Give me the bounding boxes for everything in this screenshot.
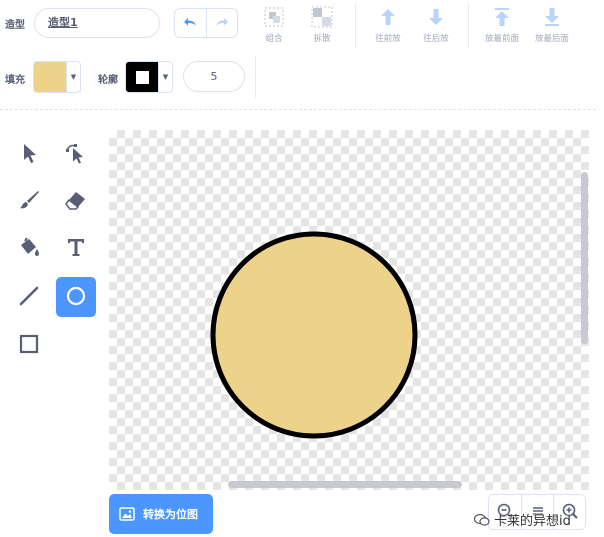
- outline-color-picker[interactable]: ▼: [125, 61, 173, 93]
- bring-to-front-icon: [491, 6, 513, 28]
- line-icon: [18, 285, 40, 310]
- bring-to-front-button[interactable]: 放最前面: [478, 6, 526, 44]
- fill-color-swatch: [34, 62, 66, 92]
- ungroup-icon: [311, 6, 333, 28]
- watermark: 卡莱的异想id: [474, 510, 571, 529]
- costume-name-text: 造型1: [48, 16, 78, 29]
- text-tool[interactable]: [56, 228, 96, 268]
- circle-tool[interactable]: [56, 277, 96, 317]
- fill-tool[interactable]: [9, 228, 49, 268]
- forward-button[interactable]: 往前放: [364, 6, 412, 44]
- ungroup-label: 拆散: [313, 34, 331, 44]
- backward-label: 往后放: [423, 34, 449, 44]
- toolbar-divider-2: [468, 4, 469, 48]
- send-to-back-button[interactable]: 放最后面: [528, 6, 576, 44]
- line-tool[interactable]: [9, 277, 49, 317]
- bring-to-front-label: 放最前面: [484, 34, 519, 44]
- toolbar-separator: [0, 109, 596, 110]
- redo-icon: [214, 16, 230, 31]
- redo-button[interactable]: [205, 9, 237, 37]
- forward-label: 往前放: [375, 34, 401, 44]
- undo-icon: [182, 16, 198, 31]
- chevron-down-icon: ▼: [66, 62, 80, 92]
- vertical-scrollbar[interactable]: [581, 172, 588, 344]
- outline-color-swatch: [126, 62, 158, 92]
- eraser-tool[interactable]: [56, 181, 96, 221]
- brush-icon: [18, 189, 40, 214]
- reshape-icon: [64, 141, 88, 168]
- eraser-icon: [64, 189, 88, 214]
- paint-canvas[interactable]: [109, 130, 589, 490]
- rectangle-icon: [18, 333, 40, 358]
- brush-tool[interactable]: [9, 181, 49, 221]
- undo-redo-group: [174, 8, 238, 38]
- rectangle-tool[interactable]: [9, 325, 49, 365]
- image-icon: [119, 507, 135, 521]
- fill-color-picker[interactable]: ▼: [33, 61, 81, 93]
- text-icon: [66, 237, 86, 260]
- ungroup-button[interactable]: 拆散: [298, 6, 346, 44]
- toolbar-divider: [355, 4, 356, 48]
- group-icon: [263, 6, 285, 28]
- group-label: 组合: [265, 34, 283, 44]
- circle-icon: [65, 285, 87, 310]
- backward-icon: [425, 6, 447, 28]
- wechat-logo-icon: [474, 513, 490, 527]
- chevron-down-icon: ▼: [158, 62, 172, 92]
- outline-width-input[interactable]: 5: [183, 61, 245, 92]
- group-button[interactable]: 组合: [250, 6, 298, 44]
- select-tool[interactable]: [9, 134, 49, 174]
- paint-bucket-icon: [17, 236, 41, 261]
- undo-button[interactable]: [175, 9, 206, 37]
- backward-button[interactable]: 往后放: [412, 6, 460, 44]
- canvas-circle-shape[interactable]: [210, 231, 418, 439]
- watermark-text: 卡莱的异想id: [494, 514, 571, 529]
- forward-icon: [377, 6, 399, 28]
- send-to-back-icon: [541, 6, 563, 28]
- convert-to-bitmap-button[interactable]: 转换为位图: [109, 494, 213, 534]
- select-arrow-icon: [19, 142, 39, 167]
- reshape-tool[interactable]: [56, 134, 96, 174]
- style-divider: [255, 56, 256, 98]
- fill-label: 填充: [5, 75, 25, 86]
- costume-label: 造型: [5, 20, 25, 31]
- send-to-back-label: 放最后面: [534, 34, 569, 44]
- convert-label: 转换为位图: [143, 508, 198, 521]
- outline-label: 轮廓: [98, 75, 118, 86]
- costume-name-input[interactable]: 造型1: [34, 8, 160, 38]
- horizontal-scrollbar[interactable]: [228, 481, 462, 488]
